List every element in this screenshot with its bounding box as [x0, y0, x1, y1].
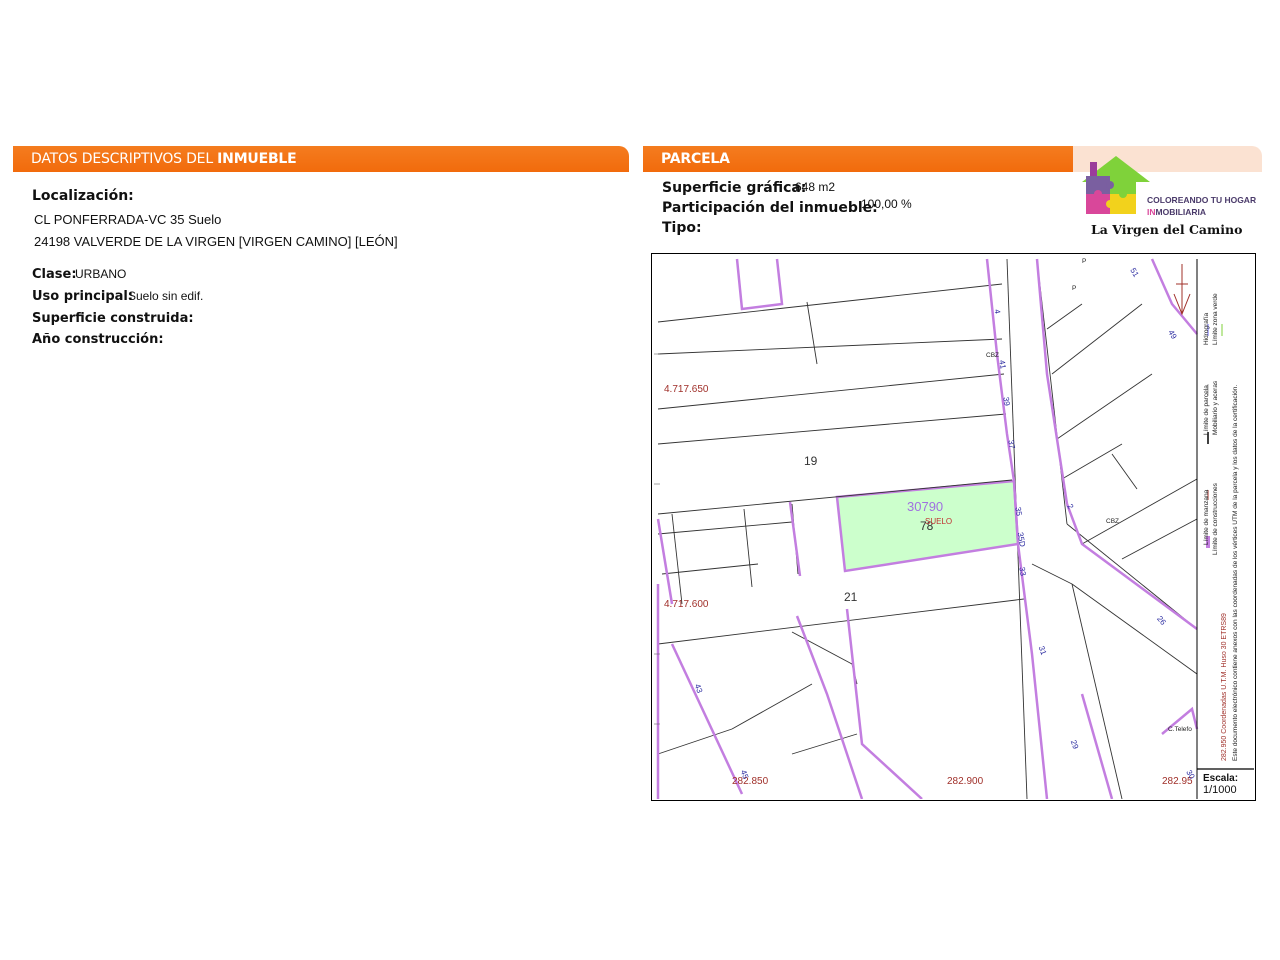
coord-y-1: 4.717.650: [664, 384, 709, 395]
parcel-header-title: PARCELA: [661, 151, 730, 167]
parcel-id-label: 30790: [907, 499, 944, 514]
address-line-2: 24198 VALVERDE DE LA VIRGEN [VIRGEN CAMI…: [34, 234, 398, 249]
legend-manzana: Límite de manzana: [1203, 489, 1210, 545]
legend-coordinates: 282.950 Coordenadas U.T.M. Huso 30 ETRS8…: [1221, 613, 1228, 761]
coord-y-2: 4.717.600: [664, 599, 709, 610]
descriptive-data-header: DATOS DESCRIPTIVOS DEL INMUEBLE: [13, 146, 629, 172]
coord-x-1: 282.850: [732, 776, 769, 787]
logo-tagline: La Virgen del Camino: [1091, 222, 1243, 237]
tipo-label: Tipo:: [662, 220, 702, 236]
telefonica-label: C.Telefo: [1168, 726, 1192, 733]
legend-zona-verde: Límite zona verde: [1212, 293, 1219, 345]
p-label-2: P: [1072, 285, 1077, 292]
superficie-construida-label: Superficie construida:: [32, 311, 194, 326]
participacion-value: 100,00 %: [861, 197, 912, 211]
house-number-35: 35: [1013, 506, 1024, 517]
anio-construccion-label: Año construcción:: [32, 332, 164, 347]
legend-construcciones: Límite de construcciones: [1212, 483, 1219, 555]
logo-line-2-rest: MOBILIARIA: [1155, 207, 1207, 217]
uso-value: Suelo sin edif.: [128, 289, 204, 303]
puzzle-house-icon: [1082, 156, 1150, 214]
scale-value: 1/1000: [1203, 784, 1237, 796]
parcel-use-label: SUELO: [925, 517, 953, 526]
map-legend: Límite de manzana Límite de construccion…: [1201, 260, 1251, 765]
house-number-41: 41: [997, 359, 1008, 370]
legend-mobiliario: Mobiliario y aceras: [1212, 380, 1219, 435]
header-title-bold: INMUEBLE: [217, 151, 297, 167]
block-21-label: 21: [844, 590, 858, 604]
coord-x-2: 282.900: [947, 776, 984, 787]
address-line-1: CL PONFERRADA-VC 35 Suelo: [34, 212, 222, 227]
cbz-label-1: CBZ: [986, 352, 999, 359]
legend-parcela: Límite de parcela: [1203, 385, 1210, 435]
clase-value: URBANO: [75, 267, 127, 281]
legend-note: Este documento electrónico contiene anex…: [1232, 384, 1239, 761]
localizacion-label: Localización:: [32, 188, 134, 204]
logo-line-2-accent: IN: [1147, 207, 1156, 217]
house-number-37: 37: [1006, 439, 1017, 450]
company-logo: COLOREANDO TU HOGAR INMOBILIARIA La Virg…: [1076, 152, 1262, 240]
parcel-header: PARCELA: [643, 146, 1073, 172]
superficie-grafica-label: Superficie gráfica:: [662, 180, 807, 196]
legend-hidrografia: Hidrografía: [1203, 312, 1210, 345]
header-title-prefix: DATOS DESCRIPTIVOS DEL: [31, 151, 218, 167]
cbz-label-2: CBZ: [1106, 518, 1119, 525]
logo-line-2: INMOBILIARIA: [1147, 207, 1206, 217]
house-number-33: 33: [1017, 566, 1028, 577]
clase-label: Clase:: [32, 267, 77, 282]
scale-label: Escala:: [1203, 773, 1239, 784]
superficie-grafica-value: 648 m2: [795, 180, 836, 194]
logo-line-1: COLOREANDO TU HOGAR: [1147, 195, 1257, 205]
uso-label: Uso principal:: [32, 289, 134, 304]
participacion-label: Participación del inmueble:: [662, 200, 878, 216]
cadastral-map-drawing: [654, 258, 1254, 799]
p-label-1: P: [1082, 258, 1087, 265]
block-19-label: 19: [804, 454, 818, 468]
cadastral-map: 30790 78 SUELO 19 21 4.717.650 4.717.600…: [651, 253, 1256, 801]
north-arrow-icon: [1173, 264, 1191, 316]
house-number-39: 39: [1001, 396, 1012, 407]
